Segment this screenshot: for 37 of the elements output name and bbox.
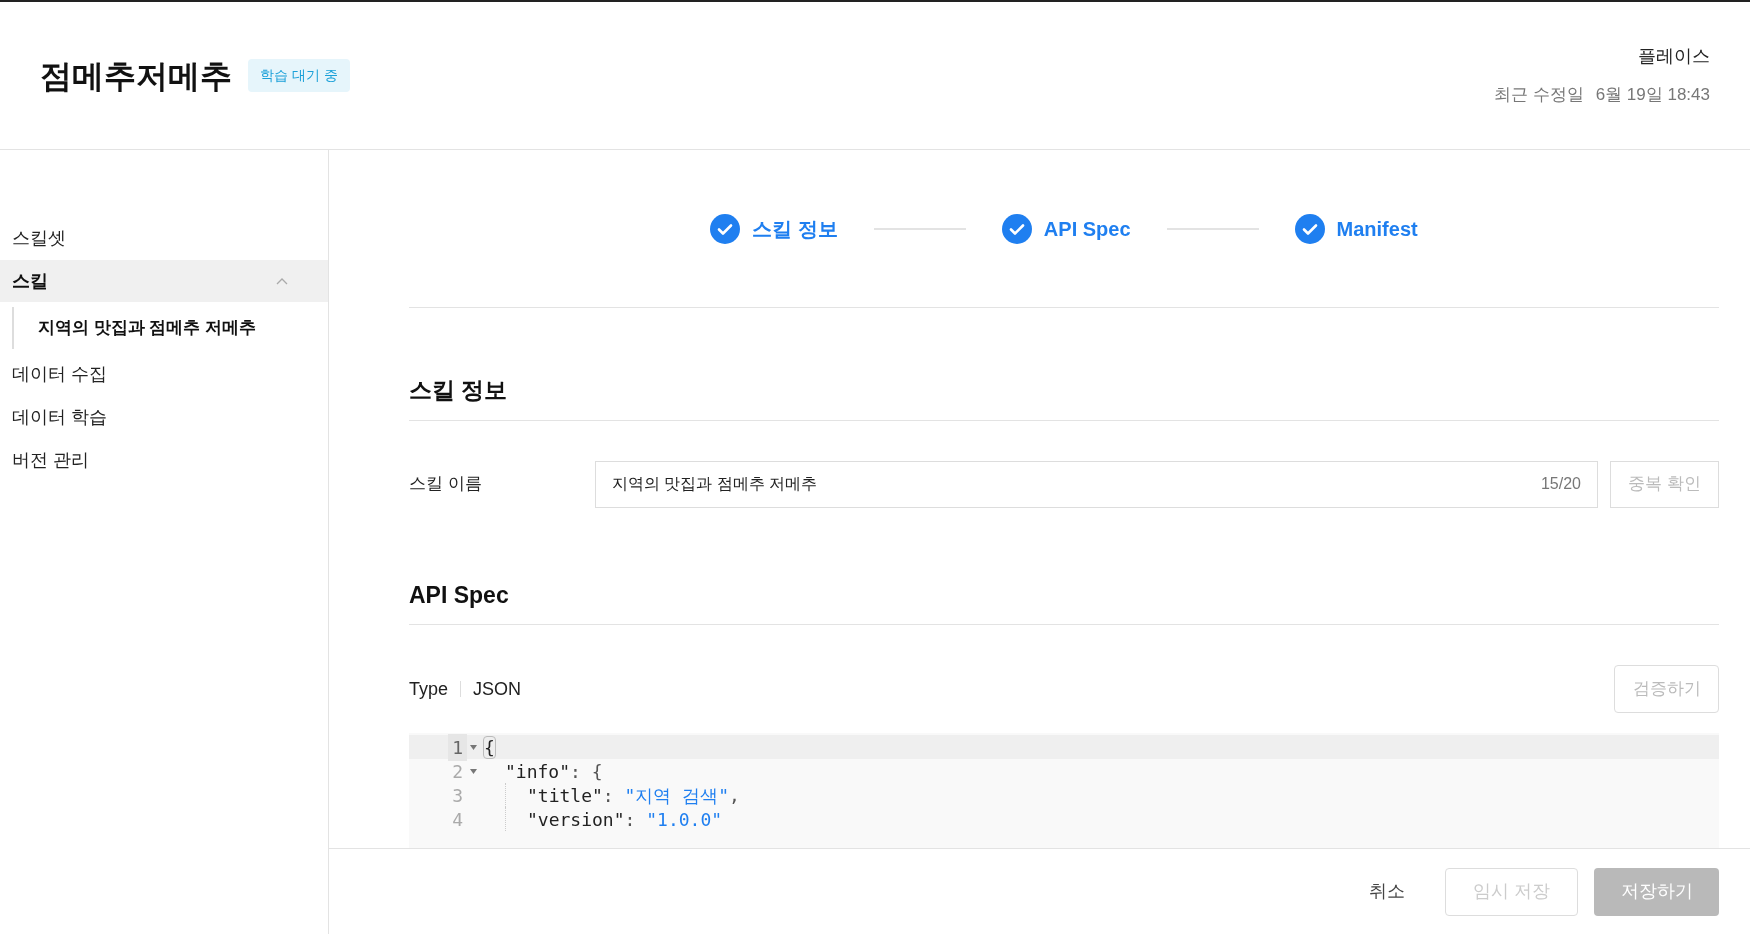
fold-caret-icon[interactable]: [469, 744, 477, 750]
code-text: "version": "1.0.0": [527, 807, 723, 832]
line-number: 2: [451, 759, 464, 784]
sidebar-item[interactable]: 버전 관리: [0, 439, 328, 482]
cancel-button[interactable]: 취소: [1345, 867, 1429, 916]
skill-name-field[interactable]: 지역의 맛집과 점메추 저메추 15/20: [595, 460, 1598, 508]
section-heading: 스킬 정보: [409, 373, 1719, 421]
page-title: 점메추저메추: [40, 56, 232, 96]
code-editor[interactable]: 1 { 2 "info": { 3 "title": "지역 검색", 4 "version": "1.0.0": [409, 733, 1719, 848]
code-text: {: [483, 734, 496, 761]
line-number: 3: [451, 783, 464, 808]
type-label: Type: [409, 677, 449, 701]
type-value: JSON: [473, 677, 522, 701]
section-heading: API Spec: [409, 577, 1719, 625]
code-text: "info": {: [505, 759, 603, 784]
line-number: 4: [451, 807, 464, 832]
modified-date: 6월 19일 18:43: [1595, 84, 1710, 107]
check-circle-icon: [710, 213, 741, 244]
step-label[interactable]: API Spec: [1043, 213, 1131, 244]
sidebar-item[interactable]: 데이터 학습: [0, 396, 328, 439]
field-label: 스킬 이름: [409, 473, 483, 496]
fold-caret-icon[interactable]: [469, 768, 477, 774]
sidebar-item[interactable]: 스킬: [0, 260, 328, 302]
code-text: "title": "지역 검색",: [527, 783, 740, 808]
check-circle-icon: [1294, 213, 1325, 244]
workspace-name: 플레이스: [1638, 45, 1710, 69]
status-badge: 학습 대기 중: [248, 59, 350, 92]
chevron-icon: [276, 277, 288, 285]
line-number: 1: [448, 733, 467, 761]
sidebar-item[interactable]: 스킬셋: [0, 217, 328, 259]
sidebar-subitem[interactable]: 지역의 맛집과 점메추 저메추: [12, 307, 328, 349]
sidebar-item[interactable]: 데이터 수집: [0, 353, 328, 396]
step-label[interactable]: Manifest: [1336, 213, 1418, 244]
step-label[interactable]: 스킬 정보: [752, 213, 838, 244]
char-counter: 15/20: [1540, 474, 1581, 494]
modified-label: 최근 수정일: [1493, 84, 1584, 107]
check-circle-icon: [1001, 213, 1032, 244]
